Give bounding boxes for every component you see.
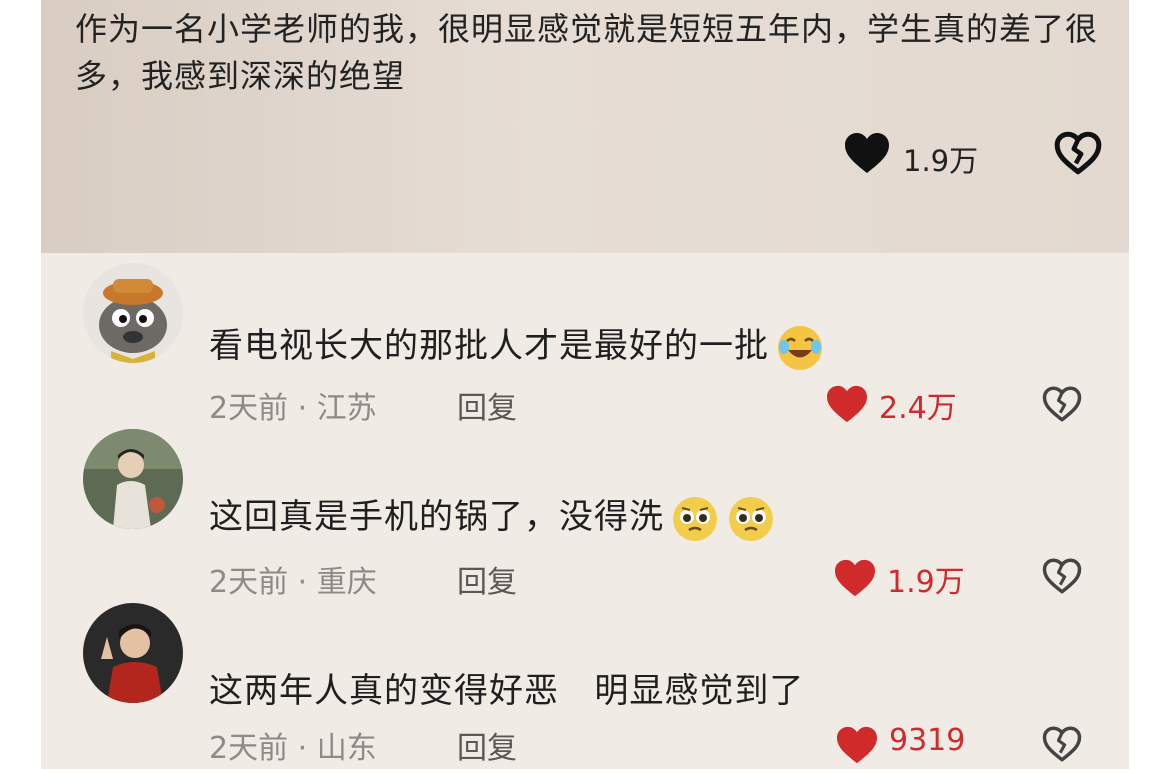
comment-text: 这两年人真的变得好恶 明显感觉到了 <box>209 663 804 712</box>
meta-separator: · <box>288 391 317 426</box>
meta-separator: · <box>288 565 317 600</box>
comment-time: 2天前 <box>209 565 289 600</box>
comment-meta: 2天前 · 重庆 <box>209 557 377 601</box>
pleading-face-emoji <box>729 496 773 541</box>
post-like-count: 1.9万 <box>903 144 979 178</box>
comment-location: 重庆 <box>316 565 377 600</box>
broken-heart-icon[interactable] <box>1053 130 1103 176</box>
laughing-tears-emoji <box>778 325 822 370</box>
reply-button[interactable]: 回复 <box>457 723 517 767</box>
avatar[interactable] <box>83 263 183 363</box>
comment-location: 江苏 <box>316 391 377 426</box>
comment-body: 这回真是手机的锅了，没得洗 <box>209 497 664 537</box>
avatar[interactable] <box>83 603 183 703</box>
comment-text: 看电视长大的那批人才是最好的一批 <box>209 318 825 373</box>
pleading-face-emoji <box>673 496 717 541</box>
comment-text: 这回真是手机的锅了，没得洗 <box>209 489 776 544</box>
post-text: 作为一名小学老师的我，很明显感觉就是短短五年内，学生真的差了很多，我感到深深的绝… <box>75 10 1099 95</box>
post-card: 作为一名小学老师的我，很明显感觉就是短短五年内，学生真的差了很多，我感到深深的绝… <box>41 0 1129 253</box>
comment-item: 看电视长大的那批人才是最好的一批 2天前 · 江苏 回复 2.4万 <box>41 253 1129 426</box>
person-avatar-icon <box>83 603 183 703</box>
person-avatar-icon <box>83 429 183 529</box>
comment-meta: 2天前 · 山东 <box>209 723 377 767</box>
broken-heart-icon[interactable] <box>1041 723 1083 765</box>
reply-button[interactable]: 回复 <box>457 383 517 427</box>
heart-icon[interactable] <box>835 725 879 765</box>
comment-meta: 2天前 · 江苏 <box>209 383 377 427</box>
avatar[interactable] <box>83 429 183 529</box>
like-count: 2.4万 <box>879 391 957 426</box>
reply-button[interactable]: 回复 <box>457 557 517 601</box>
comment-body: 这两年人真的变得好恶 明显感觉到了 <box>209 671 805 711</box>
comment-item: 这两年人真的变得好恶 明显感觉到了 2天前 · 山东 回复 9319 <box>41 599 1129 769</box>
broken-heart-icon[interactable] <box>1041 555 1083 597</box>
heart-icon[interactable] <box>833 558 877 598</box>
comment-screenshot: 作为一名小学老师的我，很明显感觉就是短短五年内，学生真的差了很多，我感到深深的绝… <box>41 0 1129 769</box>
like-count: 9319 <box>889 723 966 758</box>
like-count: 1.9万 <box>887 565 965 600</box>
comment-item: 这回真是手机的锅了，没得洗 2天前 · 重庆 回复 1.9万 <box>41 425 1129 600</box>
comment-time: 2天前 <box>209 391 289 426</box>
heart-icon[interactable] <box>843 131 891 175</box>
wolf-avatar-icon <box>83 263 183 363</box>
heart-icon[interactable] <box>825 384 869 424</box>
meta-separator: · <box>288 731 317 766</box>
broken-heart-icon[interactable] <box>1041 383 1083 425</box>
comment-time: 2天前 <box>209 731 289 766</box>
comment-location: 山东 <box>316 731 377 766</box>
comment-body: 看电视长大的那批人才是最好的一批 <box>209 326 769 366</box>
